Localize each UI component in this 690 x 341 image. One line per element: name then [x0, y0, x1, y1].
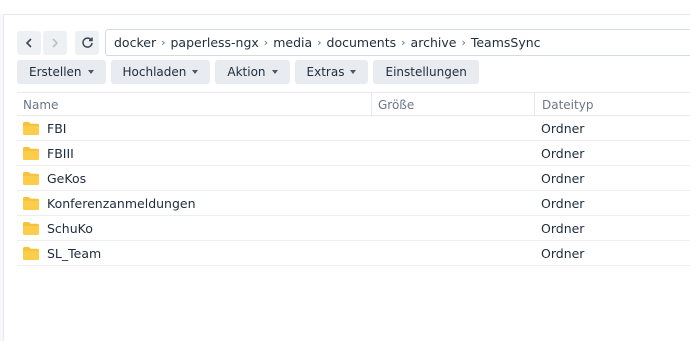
table-row[interactable]: FBIII Ordner — [17, 141, 690, 166]
table-row[interactable]: FBI Ordner — [17, 116, 690, 141]
file-name-cell: SchuKo — [23, 216, 93, 241]
column-header-name[interactable]: Name — [17, 93, 371, 117]
table-row[interactable]: GeKos Ordner — [17, 166, 690, 191]
folder-icon — [23, 122, 39, 135]
table-header: Name Größe Dateityp — [17, 92, 690, 117]
action-button-label: Aktion — [227, 65, 266, 79]
navigation-bar: docker › paperless-ngx › media › documen… — [17, 29, 690, 56]
table-row[interactable]: SL_Team Ordner — [17, 241, 690, 266]
breadcrumb-separator-icon: › — [461, 36, 466, 49]
extras-button[interactable]: Extras — [294, 60, 369, 84]
caret-down-icon — [350, 70, 357, 74]
breadcrumb-documents[interactable]: documents — [327, 35, 397, 50]
file-name: Konferenzanmeldungen — [47, 196, 196, 211]
breadcrumb-docker[interactable]: docker — [114, 35, 156, 50]
caret-down-icon — [87, 70, 94, 74]
settings-button[interactable]: Einstellungen — [373, 60, 479, 84]
file-table: Name Größe Dateityp FBI Ordner FBIII Ord… — [17, 92, 690, 266]
create-button[interactable]: Erstellen — [17, 60, 106, 84]
table-row[interactable]: Konferenzanmeldungen Ordner — [17, 191, 690, 216]
file-name-cell: Konferenzanmeldungen — [23, 191, 196, 216]
left-panel-edge — [0, 14, 4, 341]
chevron-left-icon — [25, 37, 32, 48]
action-button[interactable]: Aktion — [215, 60, 290, 84]
upload-button-label: Hochladen — [122, 65, 187, 79]
file-type: Ordner — [541, 246, 585, 261]
caret-down-icon — [192, 70, 199, 74]
breadcrumb-separator-icon: › — [401, 36, 406, 49]
column-header-type[interactable]: Dateityp — [534, 93, 690, 117]
window-top-divider — [0, 14, 690, 15]
file-name: SchuKo — [47, 221, 93, 236]
file-name-cell: GeKos — [23, 166, 86, 191]
folder-icon — [23, 222, 39, 235]
create-button-label: Erstellen — [29, 65, 82, 79]
breadcrumb-separator-icon: › — [317, 36, 322, 49]
upload-button[interactable]: Hochladen — [110, 60, 211, 84]
file-name-cell: SL_Team — [23, 241, 101, 266]
back-button[interactable] — [17, 30, 41, 55]
toolbar: Erstellen Hochladen Aktion Extras Einste… — [17, 60, 484, 84]
breadcrumb[interactable]: docker › paperless-ngx › media › documen… — [105, 29, 690, 56]
folder-icon — [23, 147, 39, 160]
settings-button-label: Einstellungen — [385, 65, 467, 79]
file-type: Ordner — [541, 121, 585, 136]
file-type: Ordner — [541, 221, 585, 236]
file-name-cell: FBIII — [23, 141, 74, 166]
file-name: SL_Team — [47, 246, 102, 261]
file-name: FBI — [47, 121, 67, 136]
extras-button-label: Extras — [306, 65, 345, 79]
refresh-button[interactable] — [75, 30, 99, 55]
file-type: Ordner — [541, 171, 585, 186]
refresh-icon — [81, 37, 93, 48]
file-name: GeKos — [47, 171, 87, 186]
table-row[interactable]: SchuKo Ordner — [17, 216, 690, 241]
breadcrumb-separator-icon: › — [263, 36, 269, 49]
file-name: FBIII — [47, 146, 74, 161]
folder-icon — [23, 247, 39, 260]
breadcrumb-media[interactable]: media — [273, 35, 312, 50]
breadcrumb-paperless-ngx[interactable]: paperless-ngx — [170, 35, 258, 50]
caret-down-icon — [271, 70, 278, 74]
file-name-cell: FBI — [23, 116, 66, 141]
column-header-size[interactable]: Größe — [371, 93, 534, 117]
breadcrumb-teamssync[interactable]: TeamsSync — [471, 35, 541, 50]
file-type: Ordner — [541, 146, 585, 161]
chevron-right-icon — [52, 37, 59, 48]
folder-icon — [23, 172, 39, 185]
forward-button[interactable] — [43, 30, 67, 55]
breadcrumb-separator-icon: › — [161, 36, 166, 49]
folder-icon — [23, 197, 39, 210]
file-type: Ordner — [541, 196, 585, 211]
breadcrumb-archive[interactable]: archive — [411, 35, 457, 50]
